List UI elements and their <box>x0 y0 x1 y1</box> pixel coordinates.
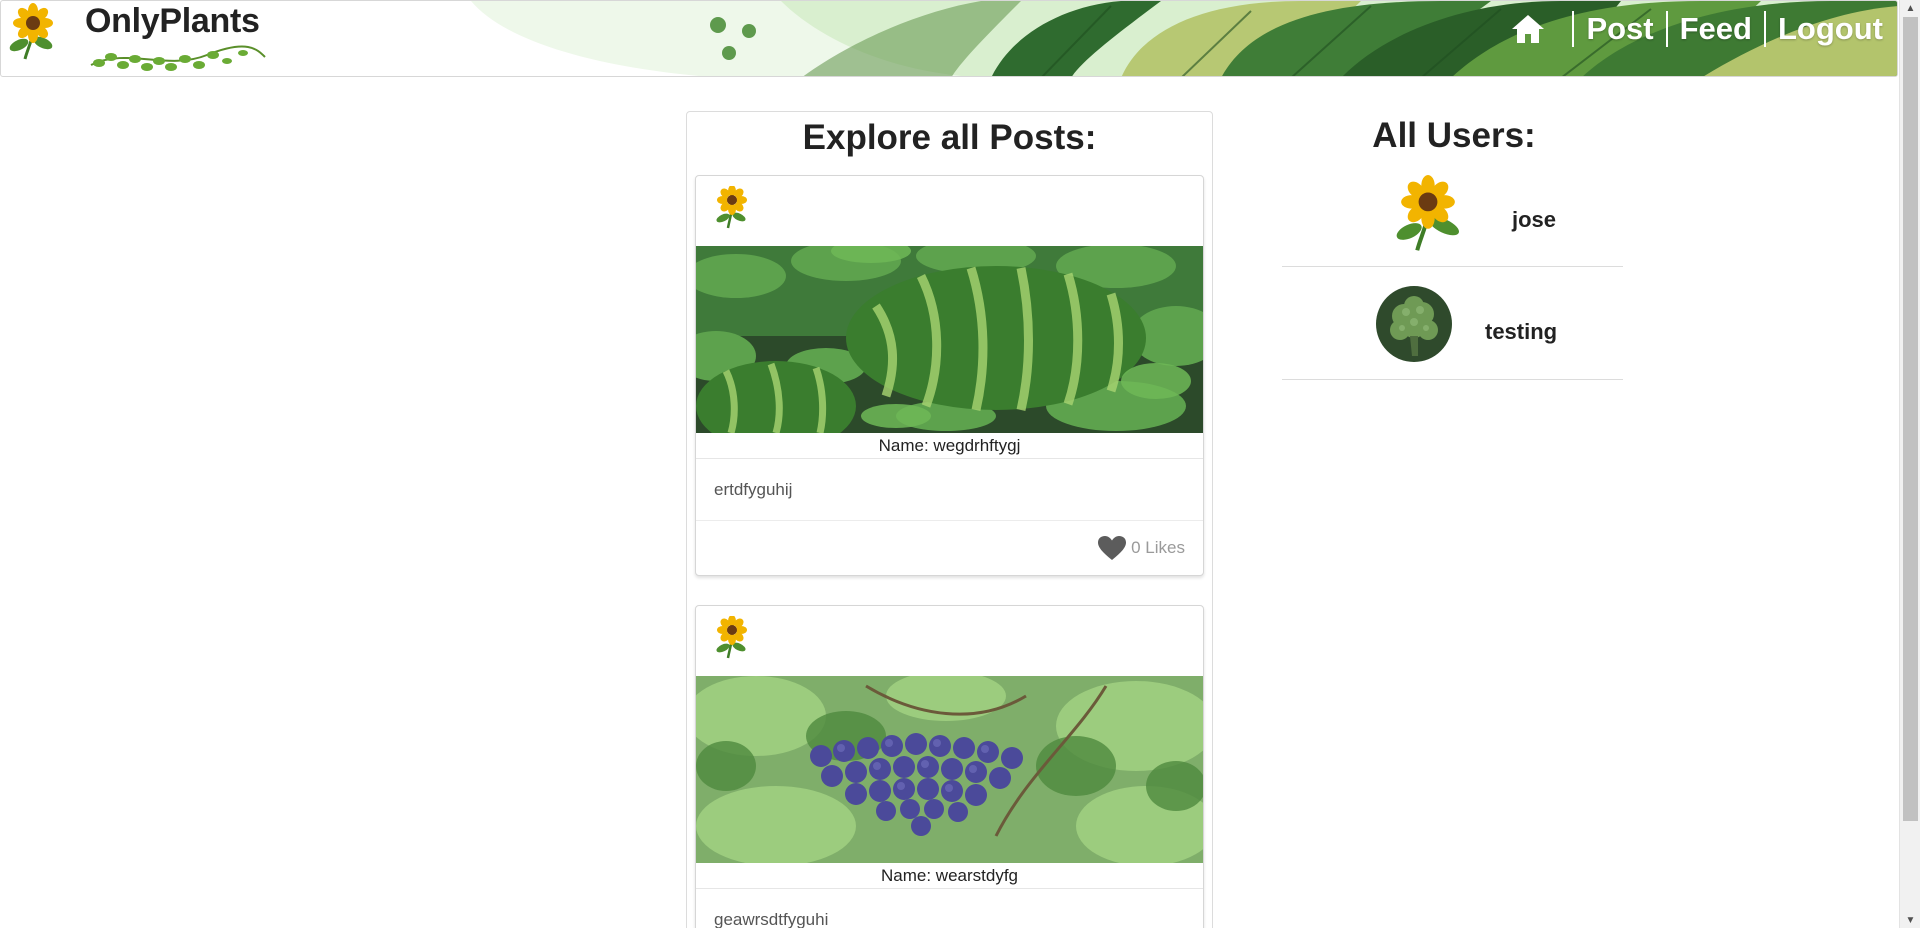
post-name: Name: wearstdyfg <box>696 863 1203 889</box>
post-header <box>696 176 1203 246</box>
posts-heading: Explore all Posts: <box>802 118 1097 157</box>
nav-separator <box>1763 11 1766 47</box>
likes-count: 0 Likes <box>1131 538 1185 557</box>
broccoli-avatar[interactable] <box>1376 286 1452 362</box>
page: OnlyPlants Post Feed Logout Explore all … <box>0 0 1920 928</box>
sunflower-icon <box>716 186 747 229</box>
scroll-down-arrow-icon[interactable]: ▼ <box>1900 912 1920 928</box>
brand-title[interactable]: OnlyPlants <box>85 2 260 41</box>
user-name[interactable]: jose <box>1512 207 1556 233</box>
user-row[interactable]: jose <box>1282 155 1623 267</box>
vertical-scrollbar[interactable]: ▲ ▼ <box>1899 0 1920 928</box>
post-description: geawrsdtfyguhi <box>696 889 1203 928</box>
post-header <box>696 606 1203 676</box>
post-description: ertdfyguhij <box>696 459 1203 521</box>
sunflower-icon <box>716 616 747 659</box>
vine-decoration <box>90 45 266 71</box>
watermelon-photo <box>696 246 1203 433</box>
scroll-up-arrow-icon[interactable]: ▲ <box>1900 0 1920 16</box>
top-navbar: OnlyPlants Post Feed Logout <box>0 0 1898 77</box>
nav-post-link[interactable]: Post <box>1586 11 1653 47</box>
users-heading: All Users: <box>1372 116 1536 155</box>
sunflower-avatar[interactable] <box>1390 175 1466 253</box>
nav-separator <box>1665 11 1668 47</box>
home-icon[interactable] <box>1510 13 1546 45</box>
post-footer: 0 Likes <box>696 521 1203 575</box>
nav-logout-link[interactable]: Logout <box>1778 11 1883 47</box>
post-name: Name: wegdrhftygj <box>696 433 1203 459</box>
user-name[interactable]: testing <box>1485 319 1557 345</box>
heart-icon[interactable] <box>1097 535 1127 561</box>
post-card[interactable]: Name: wegdrhftygj ertdfyguhij 0 Likes <box>695 175 1204 576</box>
nav-feed-link[interactable]: Feed <box>1680 11 1752 47</box>
grapes-photo <box>696 676 1203 863</box>
nav-links: Post Feed Logout <box>1510 9 1883 49</box>
nav-separator <box>1572 11 1575 47</box>
scroll-thumb[interactable] <box>1903 17 1918 821</box>
post-card[interactable]: Name: wearstdyfg geawrsdtfyguhi <box>695 605 1204 928</box>
posts-panel: Explore all Posts: Name: wegdrhftygj ert… <box>686 111 1213 928</box>
user-row[interactable]: testing <box>1282 268 1623 380</box>
sunflower-logo-icon <box>9 3 53 60</box>
